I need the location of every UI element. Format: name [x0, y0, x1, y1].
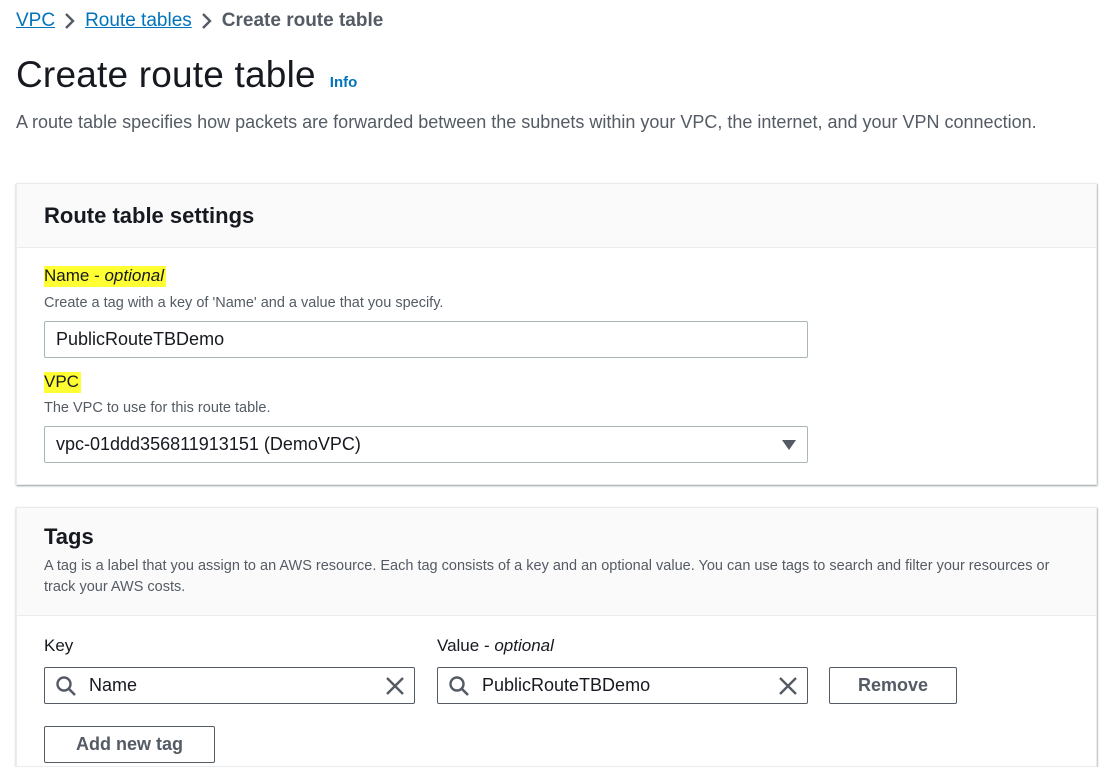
panel-header: Route table settings: [17, 184, 1096, 248]
panel-heading: Route table settings: [44, 202, 255, 228]
optional-label: optional: [104, 266, 165, 285]
vpc-field-label: VPC: [44, 372, 81, 393]
add-new-tag-button[interactable]: Add new tag: [44, 726, 215, 763]
name-label-text: Name -: [44, 266, 105, 285]
highlight-mark: VPC: [44, 372, 81, 393]
breadcrumb-link-vpc[interactable]: VPC: [16, 10, 55, 32]
optional-label: optional: [494, 636, 554, 655]
tags-description: A tag is a label that you assign to an A…: [44, 558, 1050, 595]
panel-heading: Tags: [44, 524, 94, 549]
key-column-label: Key: [44, 636, 74, 655]
value-label-text: Value -: [437, 636, 495, 655]
chevron-right-icon: [55, 10, 85, 32]
tag-value-input[interactable]: PublicRouteTBDemo: [437, 667, 808, 704]
name-input-value: PublicRouteTBDemo: [56, 329, 225, 349]
vpc-select-value: vpc-01ddd356811913151 (DemoVPC): [56, 434, 361, 454]
page-header: Create route table Info: [16, 54, 357, 96]
breadcrumb: VPC Route tables Create route table: [16, 8, 383, 34]
chevron-right-icon: [192, 10, 222, 32]
search-icon: [449, 675, 469, 696]
name-input[interactable]: PublicRouteTBDemo: [44, 321, 808, 358]
tag-key-value: Name: [89, 675, 138, 695]
vpc-field-description: The VPC to use for this route table.: [44, 400, 271, 416]
name-field-description: Create a tag with a key of 'Name' and a …: [44, 295, 444, 311]
name-field-label: Name - optional: [44, 266, 167, 287]
breadcrumb-link-route-tables[interactable]: Route tables: [85, 10, 192, 32]
search-icon: [56, 675, 76, 696]
tag-value-value: PublicRouteTBDemo: [482, 675, 651, 695]
breadcrumb-current: Create route table: [221, 10, 384, 31]
close-icon[interactable]: [384, 675, 406, 697]
highlight-mark: Name - optional: [44, 266, 167, 287]
caret-down-icon: [782, 439, 796, 450]
tags-panel: Tags A tag is a label that you assign to…: [16, 507, 1097, 767]
close-icon[interactable]: [777, 675, 799, 697]
page-description: A route table specifies how packets are …: [16, 112, 1037, 132]
remove-tag-button[interactable]: Remove: [829, 667, 957, 704]
tag-key-input[interactable]: Name: [44, 667, 415, 704]
info-link[interactable]: Info: [330, 74, 358, 91]
vpc-select[interactable]: vpc-01ddd356811913151 (DemoVPC): [44, 426, 808, 463]
value-column-label: Value - optional: [437, 636, 554, 656]
panel-header: Tags A tag is a label that you assign to…: [17, 508, 1096, 616]
page-title: Create route table: [16, 54, 316, 95]
route-table-settings-panel: Route table settings Name - optional Cre…: [16, 183, 1097, 485]
